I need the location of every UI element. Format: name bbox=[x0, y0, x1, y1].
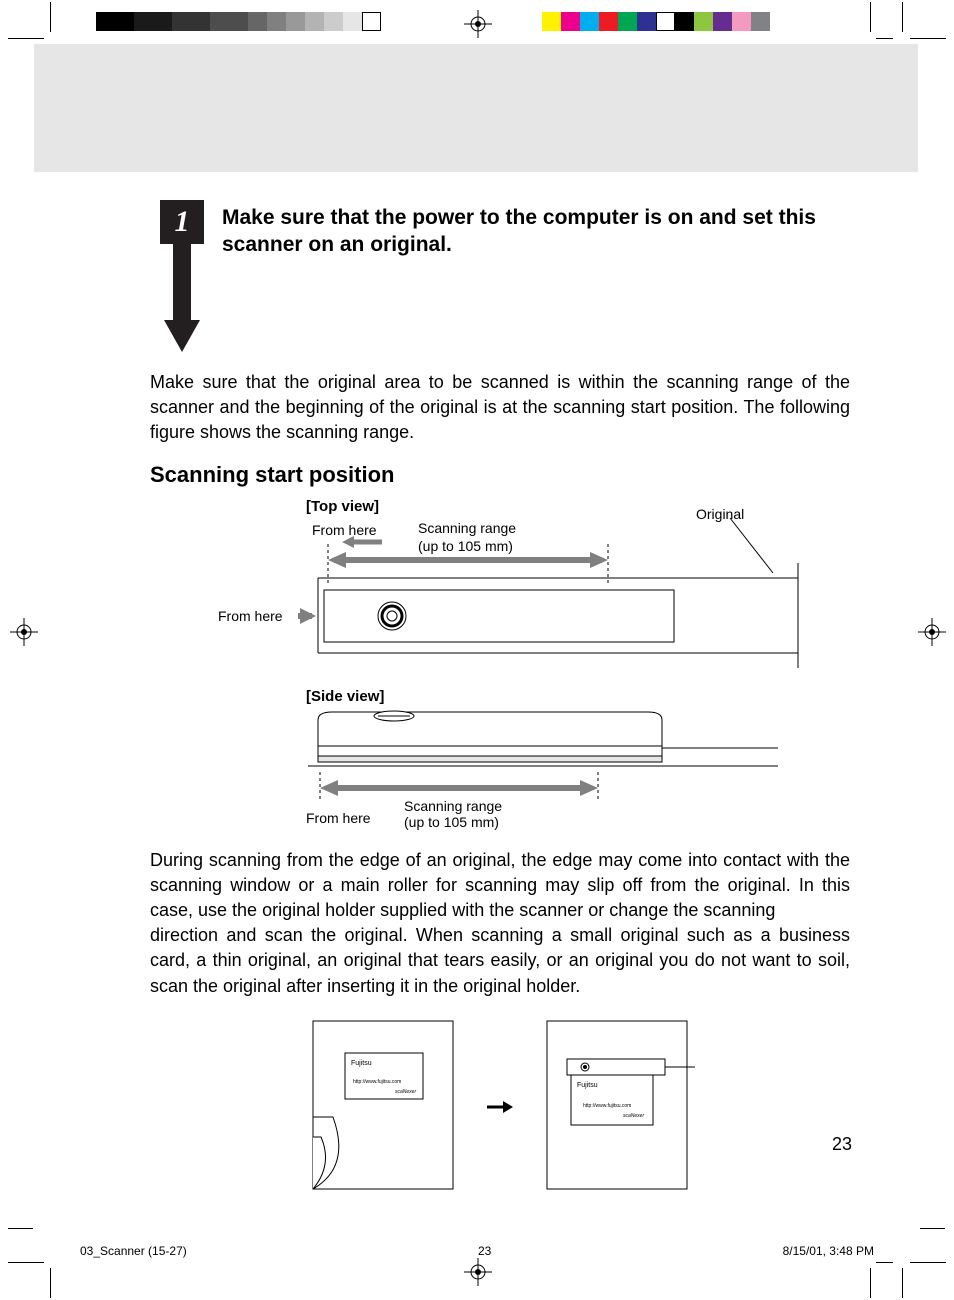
holder-with-scanner-icon: Fujitsu http://www.fujitsu.com scaNexer bbox=[537, 1017, 697, 1197]
arrow-right-icon bbox=[487, 1097, 513, 1117]
crop-mark bbox=[902, 2, 903, 32]
crop-mark bbox=[876, 38, 893, 39]
step-block: 1 Make sure that the power to the comput… bbox=[150, 200, 850, 350]
paragraph-2: During scanning from the edge of an orig… bbox=[150, 848, 850, 924]
card-brand-2: Fujitsu bbox=[577, 1082, 598, 1089]
registration-mark-icon bbox=[464, 1258, 492, 1286]
page-content: 1 Make sure that the power to the comput… bbox=[150, 200, 850, 1197]
crop-mark bbox=[8, 1262, 44, 1263]
holder-open-icon: Fujitsu http://www.fujitsu.com scaNexer bbox=[303, 1017, 463, 1197]
from-here-left: From here bbox=[218, 608, 283, 624]
crop-mark bbox=[50, 2, 51, 32]
crop-mark bbox=[876, 1262, 893, 1263]
print-footer: 03_Scanner (15-27) 23 8/15/01, 3:48 PM bbox=[80, 1244, 874, 1258]
footer-page: 23 bbox=[187, 1244, 783, 1258]
card-url: http://www.fujitsu.com bbox=[353, 1079, 401, 1085]
crop-mark bbox=[920, 1228, 945, 1229]
registration-mark-icon bbox=[10, 618, 38, 646]
card-model-2: scaNexer bbox=[623, 1113, 644, 1119]
section-heading: Scanning start position bbox=[150, 464, 850, 486]
side-view-figure: [Side view] From here Scanning range (up… bbox=[298, 688, 798, 838]
step-number-badge: 1 bbox=[160, 200, 204, 244]
holder-illustration: Fujitsu http://www.fujitsu.com scaNexer … bbox=[150, 1017, 850, 1197]
step-arrow-icon bbox=[164, 244, 200, 352]
crop-mark bbox=[870, 1268, 871, 1298]
card-model: scaNexer bbox=[395, 1089, 416, 1095]
crop-mark bbox=[910, 38, 946, 39]
paragraph-1: Make sure that the original area to be s… bbox=[150, 370, 850, 446]
crop-mark bbox=[870, 2, 871, 32]
registration-mark-icon bbox=[918, 618, 946, 646]
crop-mark bbox=[910, 1262, 946, 1263]
crop-mark bbox=[8, 1228, 33, 1229]
paragraph-3: direction and scan the original. When sc… bbox=[150, 923, 850, 999]
card-url-2: http://www.fujitsu.com bbox=[583, 1103, 631, 1109]
crop-mark bbox=[902, 1268, 903, 1298]
footer-date: 8/15/01, 3:48 PM bbox=[783, 1244, 874, 1258]
crop-mark bbox=[8, 38, 44, 39]
page-number: 23 bbox=[832, 1134, 852, 1155]
header-band bbox=[34, 44, 918, 172]
step-title: Make sure that the power to the computer… bbox=[222, 204, 850, 259]
registration-mark-icon bbox=[464, 10, 492, 38]
color-bar bbox=[542, 12, 770, 31]
crop-mark bbox=[50, 1268, 51, 1298]
top-view-figure: [Top view] From here Scanning range (up … bbox=[298, 498, 838, 678]
grayscale-bar bbox=[96, 12, 381, 31]
footer-file: 03_Scanner (15-27) bbox=[80, 1244, 187, 1258]
card-brand: Fujitsu bbox=[351, 1060, 372, 1067]
